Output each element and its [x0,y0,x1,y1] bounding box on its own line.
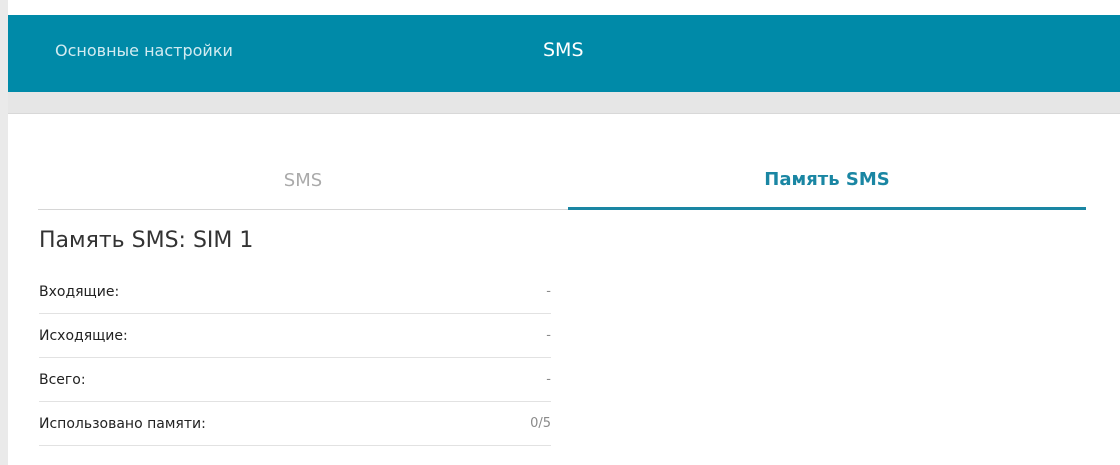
tab-bar: SMS Память SMS [38,152,1086,212]
outgoing-label: Исходящие: [39,327,128,344]
section-title: Память SMS: SIM 1 [39,228,254,253]
header-divider-strip [8,92,1120,114]
outgoing-value: - [546,328,551,343]
sms-memory-table: Входящие: - Исходящие: - Всего: - Исполь… [39,270,551,446]
header-bar: Основные настройки SMS [8,15,1120,92]
row-memory-used: Использовано памяти: 0/5 [39,402,551,446]
breadcrumb-basic-settings-link[interactable]: Основные настройки [55,41,233,60]
row-total: Всего: - [39,358,551,402]
page: Основные настройки SMS SMS Память SMS Па… [0,0,1120,465]
total-value: - [546,372,551,387]
left-edge-strip [0,0,8,465]
memory-used-label: Использовано памяти: [39,415,206,432]
page-title: SMS [543,39,584,61]
row-incoming: Входящие: - [39,270,551,314]
memory-used-value: 0/5 [530,416,551,431]
incoming-label: Входящие: [39,283,120,300]
total-label: Всего: [39,371,86,388]
incoming-value: - [546,284,551,299]
row-outgoing: Исходящие: - [39,314,551,358]
tab-sms[interactable]: SMS [38,152,568,210]
tab-sms-memory[interactable]: Память SMS [568,152,1086,210]
